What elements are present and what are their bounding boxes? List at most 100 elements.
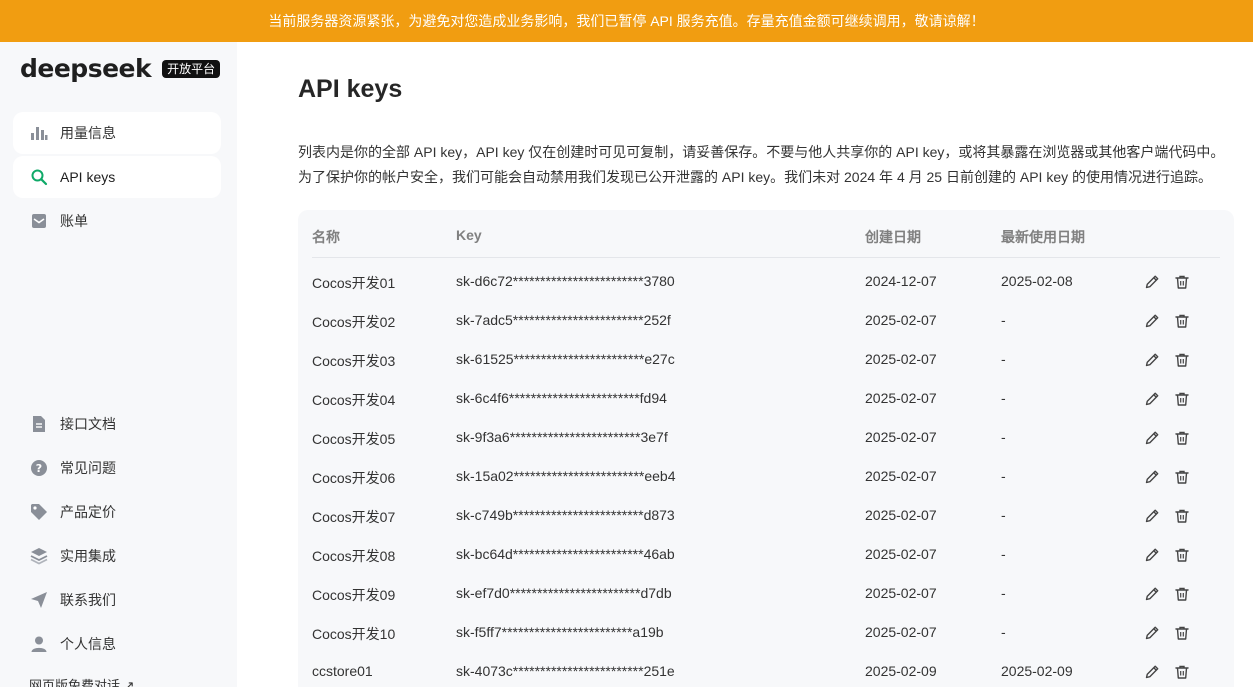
platform-badge: 开放平台 <box>162 60 221 78</box>
table-row: Cocos开发10 sk-f5ff7***********************… <box>298 613 1234 652</box>
sidebar-item-faq[interactable]: ? 常见问题 <box>13 447 221 489</box>
key-value: sk-c749b************************d873 <box>456 507 675 523</box>
logo-wordmark: deepseek <box>20 54 152 83</box>
key-name: Cocos开发08 <box>312 548 396 564</box>
last-used-date: - <box>1001 585 1006 601</box>
table-row: Cocos开发07 sk-c749b***********************… <box>298 496 1234 535</box>
key-name: Cocos开发07 <box>312 509 396 525</box>
sidebar-item-pricing[interactable]: 产品定价 <box>13 491 221 533</box>
sidebar-item-integrations[interactable]: 实用集成 <box>13 535 221 577</box>
key-name: Cocos开发05 <box>312 431 396 447</box>
edit-icon[interactable] <box>1144 274 1160 290</box>
last-used-date: - <box>1001 429 1006 445</box>
delete-icon[interactable] <box>1174 547 1190 563</box>
sidebar: deepseek 开放平台 用量信息 API keys 账单 接口文档 ? 常见… <box>0 42 237 687</box>
last-used-date: - <box>1001 624 1006 640</box>
sidebar-item-contact[interactable]: 联系我们 <box>13 579 221 621</box>
created-date: 2025-02-07 <box>865 624 937 640</box>
web-chat-link[interactable]: 网页版免费对话 ↗ <box>29 675 135 687</box>
sidebar-item-docs[interactable]: 接口文档 <box>13 403 221 445</box>
edit-icon[interactable] <box>1144 469 1160 485</box>
column-header-key: Key <box>456 227 482 243</box>
created-date: 2025-02-07 <box>865 312 937 328</box>
logo[interactable]: deepseek 开放平台 <box>20 54 221 83</box>
bill-icon <box>30 212 48 230</box>
table-row: Cocos开发05 sk-9f3a6***********************… <box>298 418 1234 457</box>
sidebar-item-label: 常见问题 <box>60 460 116 476</box>
last-used-date: 2025-02-09 <box>1001 663 1073 679</box>
edit-icon[interactable] <box>1144 391 1160 407</box>
created-date: 2024-12-07 <box>865 273 937 289</box>
key-value: sk-d6c72************************3780 <box>456 273 675 289</box>
delete-icon[interactable] <box>1174 508 1190 524</box>
description-line-2: 为了保护你的帐户安全，我们可能会自动禁用我们发现已公开泄露的 API key。我… <box>298 169 1212 185</box>
key-value: sk-61525************************e27c <box>456 351 675 367</box>
banner-text: 当前服务器资源紧张，为避免对您造成业务影响，我们已暂停 API 服务充值。存量充… <box>268 13 985 29</box>
delete-icon[interactable] <box>1174 664 1190 680</box>
table-row: Cocos开发02 sk-7adc5***********************… <box>298 301 1234 340</box>
column-header-name: 名称 <box>312 229 340 245</box>
last-used-date: - <box>1001 468 1006 484</box>
user-icon <box>30 635 48 653</box>
edit-icon[interactable] <box>1144 313 1160 329</box>
key-value: sk-bc64d************************46ab <box>456 546 675 562</box>
delete-icon[interactable] <box>1174 430 1190 446</box>
last-used-date: - <box>1001 546 1006 562</box>
document-icon <box>30 415 48 433</box>
key-value: sk-4073c************************251e <box>456 663 675 679</box>
delete-icon[interactable] <box>1174 469 1190 485</box>
edit-icon[interactable] <box>1144 625 1160 641</box>
edit-icon[interactable] <box>1144 547 1160 563</box>
key-name: Cocos开发09 <box>312 587 396 603</box>
key-value: sk-7adc5************************252f <box>456 312 671 328</box>
sidebar-item-label: API keys <box>60 169 116 185</box>
sidebar-item-label: 个人信息 <box>60 636 116 652</box>
page-title: API keys <box>298 75 403 103</box>
table-row: Cocos开发09 sk-ef7d0***********************… <box>298 574 1234 613</box>
sidebar-item-label: 实用集成 <box>60 548 116 564</box>
created-date: 2025-02-07 <box>865 468 937 484</box>
sidebar-item-billing[interactable]: 账单 <box>13 200 221 242</box>
table-row: Cocos开发04 sk-6c4f6***********************… <box>298 379 1234 418</box>
header-divider <box>312 257 1220 258</box>
sidebar-item-api-keys[interactable]: API keys <box>13 156 221 198</box>
delete-icon[interactable] <box>1174 352 1190 368</box>
delete-icon[interactable] <box>1174 586 1190 602</box>
sidebar-item-label: 产品定价 <box>60 504 116 520</box>
last-used-date: - <box>1001 507 1006 523</box>
sidebar-item-label: 用量信息 <box>60 125 116 141</box>
bar-chart-icon <box>30 124 48 142</box>
description-line-1: 列表内是你的全部 API key，API key 仅在创建时可见可复制，请妥善保… <box>298 144 1225 160</box>
sidebar-item-usage[interactable]: 用量信息 <box>13 112 221 154</box>
edit-icon[interactable] <box>1144 508 1160 524</box>
last-used-date: - <box>1001 312 1006 328</box>
last-used-date: - <box>1001 390 1006 406</box>
delete-icon[interactable] <box>1174 274 1190 290</box>
key-value: sk-ef7d0************************d7db <box>456 585 672 601</box>
send-icon <box>30 591 48 609</box>
created-date: 2025-02-09 <box>865 663 937 679</box>
sidebar-item-label: 账单 <box>60 213 88 229</box>
delete-icon[interactable] <box>1174 313 1190 329</box>
page-description: 列表内是你的全部 API key，API key 仅在创建时可见可复制，请妥善保… <box>298 140 1238 190</box>
table-row: Cocos开发08 sk-bc64d***********************… <box>298 535 1234 574</box>
table-row: Cocos开发06 sk-15a02***********************… <box>298 457 1234 496</box>
sidebar-item-label: 联系我们 <box>60 592 116 608</box>
layers-icon <box>30 547 48 565</box>
delete-icon[interactable] <box>1174 625 1190 641</box>
column-header-last-used: 最新使用日期 <box>1001 229 1085 245</box>
edit-icon[interactable] <box>1144 352 1160 368</box>
delete-icon[interactable] <box>1174 391 1190 407</box>
key-name: Cocos开发06 <box>312 470 396 486</box>
created-date: 2025-02-07 <box>865 507 937 523</box>
table-row: Cocos开发01 sk-d6c72***********************… <box>298 262 1234 301</box>
column-header-created: 创建日期 <box>865 229 921 245</box>
edit-icon[interactable] <box>1144 664 1160 680</box>
edit-icon[interactable] <box>1144 586 1160 602</box>
svg-text:?: ? <box>36 462 42 475</box>
key-name: Cocos开发04 <box>312 392 396 408</box>
question-icon: ? <box>30 459 48 477</box>
edit-icon[interactable] <box>1144 430 1160 446</box>
search-key-icon <box>30 168 48 186</box>
sidebar-item-profile[interactable]: 个人信息 <box>13 623 221 665</box>
